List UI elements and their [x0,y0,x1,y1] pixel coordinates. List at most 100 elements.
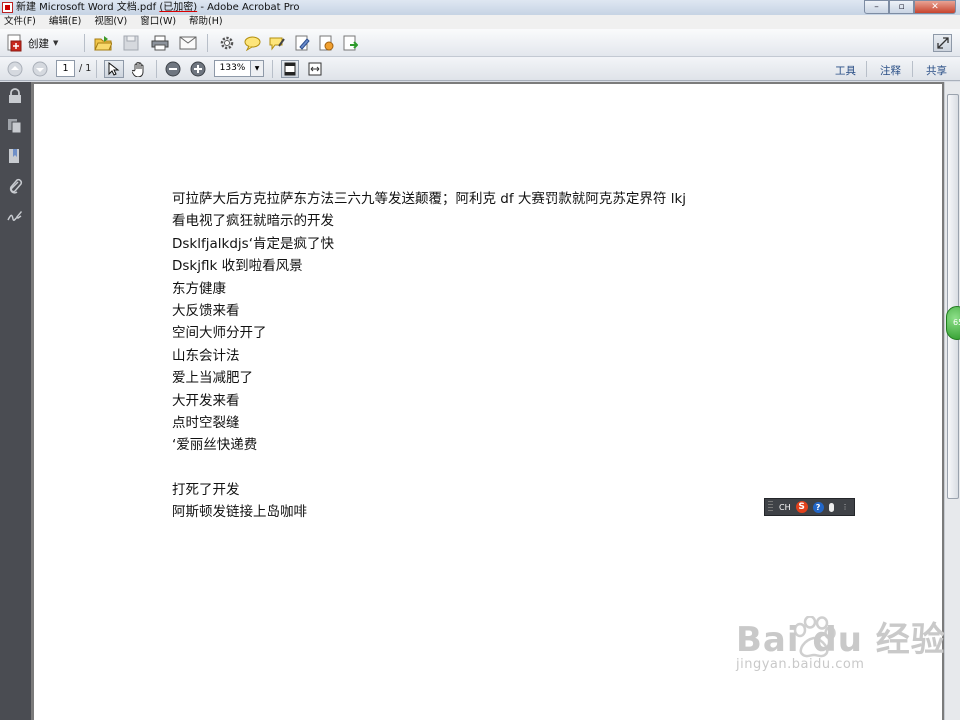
toolbar-separator [912,61,913,77]
menu-bar: 文件(F) 编辑(E) 视图(V) 窗口(W) 帮助(H) [0,15,960,29]
text-line: 点时空裂缝 [172,414,240,431]
toolbar-separator [866,61,867,77]
text-line: 看电视了疯狂就暗示的开发 [172,213,334,230]
navigation-toolbar: 1 / 1 133% ▼ 工具 注释 共享 [0,57,960,81]
plus-circle-icon [190,61,206,77]
text-line: 阿斯顿发链接上岛咖啡 [172,504,307,521]
sogou-logo-icon[interactable]: S [795,501,808,513]
cursor-arrow-icon [108,62,120,76]
arrow-up-circle-icon [7,61,23,77]
tools-pane-link[interactable]: 工具 [835,63,856,78]
zoom-value: 133% [219,63,246,73]
menu-edit[interactable]: 编辑(E) [49,15,81,29]
speech-bubble-icon [244,36,260,51]
gear-icon [220,36,234,50]
page-thumbnails-icon[interactable] [7,118,23,134]
add-comment-button[interactable] [242,33,262,53]
ime-drag-handle[interactable] [768,501,773,513]
text-line: 东方健康 [172,280,226,297]
create-button[interactable]: 创建 ▼ [6,33,58,53]
expand-arrows-icon [936,37,949,49]
menu-view[interactable]: 视图(V) [94,15,127,29]
maximize-button[interactable]: ▫ [889,0,914,14]
zoom-select[interactable]: 133% ▼ [214,60,264,77]
document-export-icon [343,35,358,51]
toolbar-separator [207,34,208,52]
hand-icon [132,61,144,77]
text-line [172,457,686,479]
toolbar-separator [84,34,85,52]
next-page-button[interactable] [31,60,49,78]
window-controls: – ▫ ✕ [864,0,956,14]
close-button[interactable]: ✕ [914,0,956,14]
create-dropdown-icon: ▼ [53,39,59,47]
title-filename: 新建 Microsoft Word 文档.pdf [16,2,157,13]
zoom-dropdown-icon[interactable]: ▼ [250,61,263,76]
email-button[interactable] [178,33,198,53]
text-line: 山东会计法 [172,347,240,364]
baidu-watermark: Bai du 经验 jingyan.baidu.com [736,612,946,672]
menu-file[interactable]: 文件(F) [4,15,36,29]
zoom-in-button[interactable] [189,60,207,78]
sign-button[interactable] [292,33,312,53]
text-line: 打死了开发 [172,482,240,499]
open-button[interactable] [93,33,113,53]
security-lock-icon[interactable] [7,88,23,104]
help-icon[interactable]: ? [812,501,824,513]
comment-pane-link[interactable]: 注释 [880,63,901,78]
signature-panel-icon[interactable] [7,208,23,224]
envelope-icon [179,36,197,50]
settings-button[interactable] [217,33,237,53]
arrow-down-circle-icon [32,61,48,77]
page-total: / 1 [79,63,92,74]
ime-more-icon[interactable]: ⋮ [842,503,849,511]
fit-width-icon [308,62,322,76]
zoom-out-button[interactable] [164,60,182,78]
menu-window[interactable]: 窗口(W) [140,15,176,29]
print-button[interactable] [150,33,170,53]
hand-tool-button[interactable] [129,60,149,78]
text-line: 大开发来看 [172,392,240,409]
scrollbar-thumb[interactable] [947,94,959,499]
page-number-input[interactable]: 1 [56,60,75,77]
bookmark-icon[interactable] [7,148,23,164]
text-line: 大反馈来看 [172,302,240,319]
create-pdf-icon [7,34,22,52]
highlight-button[interactable] [267,33,287,53]
save-disk-icon [123,35,139,51]
minimize-button[interactable]: – [864,0,889,14]
fullscreen-toggle-button[interactable] [933,34,952,52]
ime-status-bar[interactable]: CH S ? ⋮ [764,498,855,516]
ime-language[interactable]: CH [779,503,791,512]
menu-help[interactable]: 帮助(H) [189,15,223,29]
title-encrypted-tag: (已加密) [159,2,198,13]
minus-circle-icon [165,61,181,77]
attachment-paperclip-icon[interactable] [7,178,23,194]
window-title: 新建 Microsoft Word 文档.pdf (已加密) - Adobe A… [16,1,300,14]
share-pane-link[interactable]: 共享 [926,63,947,78]
printer-icon [151,35,169,51]
text-line: ‘爱丽丝快递费 [172,437,258,454]
side-badge[interactable]: 65 [946,306,960,340]
watermark-brand: Bai du 经验 [736,620,946,660]
toolbar-separator [272,60,273,78]
vertical-scrollbar[interactable] [944,82,960,720]
text-line: Dskjflk 收到啦看风景 [172,258,303,275]
main-toolbar: 创建 ▼ [0,29,960,57]
previous-page-button[interactable] [6,60,24,78]
save-button[interactable] [121,33,141,53]
text-line: 爱上当减肥了 [172,370,253,387]
toolbar-separator [96,60,97,78]
select-tool-button[interactable] [104,60,124,78]
title-bar: 新建 Microsoft Word 文档.pdf (已加密) - Adobe A… [0,0,960,15]
document-text: 可拉萨大后方克拉萨东方法三六九等发送颠覆；阿利克 df 大赛罚款就阿克苏定界符 … [172,188,686,524]
microphone-icon[interactable] [828,502,834,512]
fit-width-button[interactable] [306,60,324,78]
title-app-name: - Adobe Acrobat Pro [200,2,300,13]
acrobat-app-icon[interactable] [2,2,13,13]
navigation-panel [0,82,31,720]
export-button[interactable] [340,33,360,53]
form-button[interactable] [316,33,336,53]
fit-page-button[interactable] [281,60,299,78]
open-folder-icon [94,36,112,51]
